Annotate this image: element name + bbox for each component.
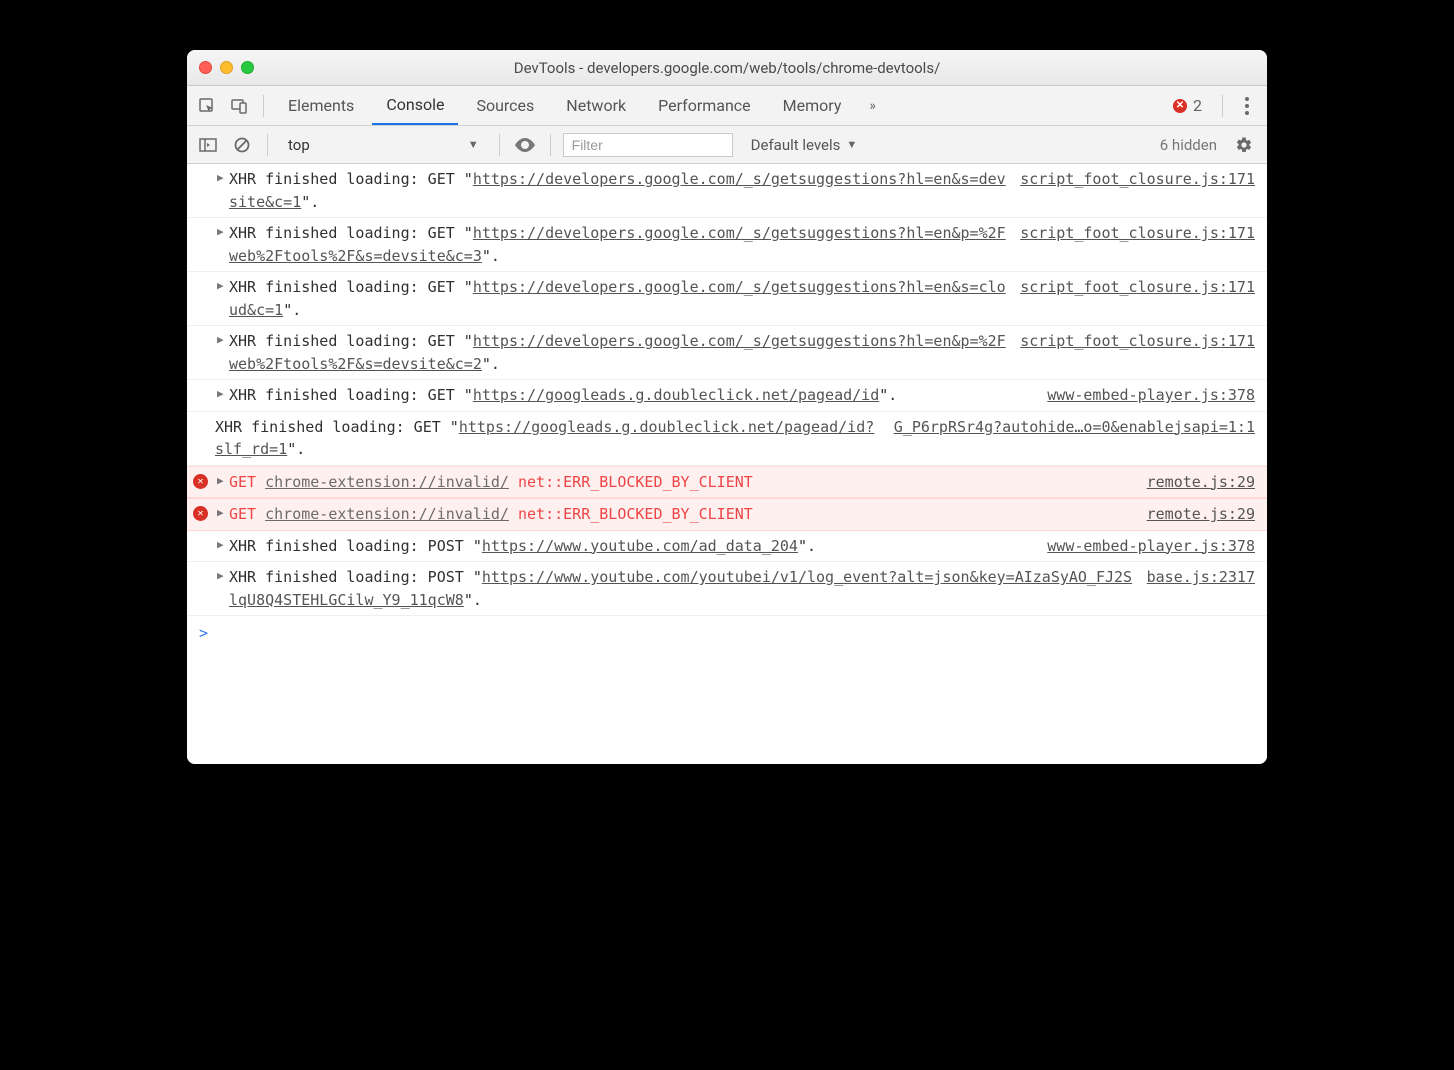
- chevron-down-icon: ▼: [846, 138, 857, 151]
- window-titlebar: DevTools - developers.google.com/web/too…: [187, 50, 1267, 86]
- console-log-row: XHR finished loading: GET "https://googl…: [187, 412, 1267, 466]
- separator: [550, 134, 551, 156]
- console-log-row: ▶XHR finished loading: GET "https://deve…: [187, 326, 1267, 380]
- http-method: GET: [229, 473, 265, 491]
- log-message: XHR finished loading: GET "https://devel…: [215, 276, 1020, 321]
- clear-console-icon[interactable]: [229, 132, 255, 158]
- disclosure-triangle-icon[interactable]: ▶: [217, 537, 224, 554]
- console-settings-icon[interactable]: [1235, 136, 1259, 154]
- separator: [263, 95, 264, 117]
- device-toolbar-icon[interactable]: [225, 92, 253, 120]
- error-icon: ✕: [193, 506, 208, 521]
- error-icon: ✕: [193, 474, 208, 489]
- source-link[interactable]: script_foot_closure.js:171: [1020, 330, 1255, 375]
- window-title: DevTools - developers.google.com/web/too…: [187, 59, 1267, 77]
- disclosure-triangle-icon[interactable]: ▶: [217, 505, 224, 522]
- request-url[interactable]: https://www.youtube.com/youtubei/v1/log_…: [229, 568, 1132, 609]
- tab-console[interactable]: Console: [372, 86, 458, 125]
- console-log-row: ▶XHR finished loading: GET "https://deve…: [187, 164, 1267, 218]
- console-log-row: ▶XHR finished loading: GET "https://goog…: [187, 380, 1267, 412]
- disclosure-triangle-icon[interactable]: ▶: [217, 568, 224, 585]
- console-log-row: ▶XHR finished loading: POST "https://www…: [187, 531, 1267, 563]
- error-code: net::ERR_BLOCKED_BY_CLIENT: [518, 473, 753, 491]
- live-expression-icon[interactable]: [512, 138, 538, 152]
- request-url[interactable]: https://developers.google.com/_s/getsugg…: [229, 224, 1006, 265]
- console-error-row: ✕▶GET chrome-extension://invalid/ net::E…: [187, 498, 1267, 531]
- request-url[interactable]: chrome-extension://invalid/: [265, 505, 509, 523]
- request-url[interactable]: https://developers.google.com/_s/getsugg…: [229, 170, 1006, 211]
- error-code: net::ERR_BLOCKED_BY_CLIENT: [518, 505, 753, 523]
- inspect-element-icon[interactable]: [193, 92, 221, 120]
- request-url[interactable]: https://www.youtube.com/ad_data_204: [482, 537, 798, 555]
- console-log-row: ▶XHR finished loading: GET "https://deve…: [187, 218, 1267, 272]
- disclosure-triangle-icon[interactable]: ▶: [217, 224, 224, 241]
- levels-label: Default levels: [751, 136, 841, 154]
- execution-context-selector[interactable]: top ▼: [280, 134, 487, 156]
- minimize-window-button[interactable]: [220, 61, 233, 74]
- log-message: XHR finished loading: GET "https://devel…: [215, 222, 1020, 267]
- disclosure-triangle-icon[interactable]: ▶: [217, 386, 224, 403]
- console-toolbar: top ▼ Default levels ▼ 6 hidden: [187, 126, 1267, 164]
- tab-elements[interactable]: Elements: [274, 86, 368, 125]
- maximize-window-button[interactable]: [241, 61, 254, 74]
- tab-network[interactable]: Network: [552, 86, 640, 125]
- error-count-badge[interactable]: ✕ 2: [1163, 96, 1212, 115]
- request-url[interactable]: chrome-extension://invalid/: [265, 473, 509, 491]
- http-method: GET: [229, 505, 265, 523]
- request-url[interactable]: https://googleads.g.doubleclick.net/page…: [215, 418, 874, 459]
- disclosure-triangle-icon[interactable]: ▶: [217, 170, 224, 187]
- log-message: GET chrome-extension://invalid/ net::ERR…: [215, 503, 1147, 526]
- close-window-button[interactable]: [199, 61, 212, 74]
- log-message: XHR finished loading: GET "https://googl…: [215, 416, 894, 461]
- traffic-lights: [199, 61, 254, 74]
- error-icon: ✕: [1173, 99, 1187, 113]
- settings-menu-button[interactable]: [1233, 97, 1261, 115]
- tab-memory[interactable]: Memory: [769, 86, 856, 125]
- request-url[interactable]: https://googleads.g.doubleclick.net/page…: [473, 386, 879, 404]
- log-message: GET chrome-extension://invalid/ net::ERR…: [215, 471, 1147, 494]
- error-count: 2: [1193, 96, 1202, 115]
- more-tabs-button[interactable]: »: [859, 98, 886, 114]
- source-link[interactable]: script_foot_closure.js:171: [1020, 276, 1255, 321]
- source-link[interactable]: G_P6rpRSr4g?autohide…o=0&enablejsapi=1:1: [894, 416, 1255, 461]
- log-message: XHR finished loading: GET "https://googl…: [215, 384, 1047, 407]
- separator: [1222, 95, 1223, 117]
- source-link[interactable]: script_foot_closure.js:171: [1020, 222, 1255, 267]
- console-error-row: ✕▶GET chrome-extension://invalid/ net::E…: [187, 466, 1267, 499]
- filter-input[interactable]: [563, 133, 733, 157]
- chevron-down-icon: ▼: [468, 138, 479, 151]
- console-log-row: ▶XHR finished loading: GET "https://deve…: [187, 272, 1267, 326]
- tab-sources[interactable]: Sources: [462, 86, 548, 125]
- request-url[interactable]: https://developers.google.com/_s/getsugg…: [229, 278, 1006, 319]
- console-log-row: ▶XHR finished loading: POST "https://www…: [187, 562, 1267, 616]
- disclosure-triangle-icon[interactable]: ▶: [217, 278, 224, 295]
- source-link[interactable]: script_foot_closure.js:171: [1020, 168, 1255, 213]
- devtools-tabbar: Elements Console Sources Network Perform…: [187, 86, 1267, 126]
- separator: [267, 134, 268, 156]
- separator: [499, 134, 500, 156]
- devtools-window: DevTools - developers.google.com/web/too…: [187, 50, 1267, 764]
- source-link[interactable]: base.js:2317: [1147, 566, 1255, 611]
- show-console-sidebar-icon[interactable]: [195, 132, 221, 158]
- disclosure-triangle-icon[interactable]: ▶: [217, 332, 224, 349]
- console-prompt[interactable]: >: [187, 616, 1267, 651]
- source-link[interactable]: www-embed-player.js:378: [1047, 535, 1255, 558]
- context-label: top: [288, 136, 310, 154]
- log-level-selector[interactable]: Default levels ▼: [741, 136, 868, 154]
- tab-performance[interactable]: Performance: [644, 86, 765, 125]
- log-message: XHR finished loading: POST "https://www.…: [215, 566, 1147, 611]
- hidden-messages-count[interactable]: 6 hidden: [1150, 136, 1227, 154]
- source-link[interactable]: www-embed-player.js:378: [1047, 384, 1255, 407]
- log-message: XHR finished loading: POST "https://www.…: [215, 535, 1047, 558]
- source-link[interactable]: remote.js:29: [1147, 503, 1255, 526]
- source-link[interactable]: remote.js:29: [1147, 471, 1255, 494]
- disclosure-triangle-icon[interactable]: ▶: [217, 473, 224, 490]
- request-url[interactable]: https://developers.google.com/_s/getsugg…: [229, 332, 1006, 373]
- console-output: ▶XHR finished loading: GET "https://deve…: [187, 164, 1267, 764]
- log-message: XHR finished loading: GET "https://devel…: [215, 168, 1020, 213]
- log-message: XHR finished loading: GET "https://devel…: [215, 330, 1020, 375]
